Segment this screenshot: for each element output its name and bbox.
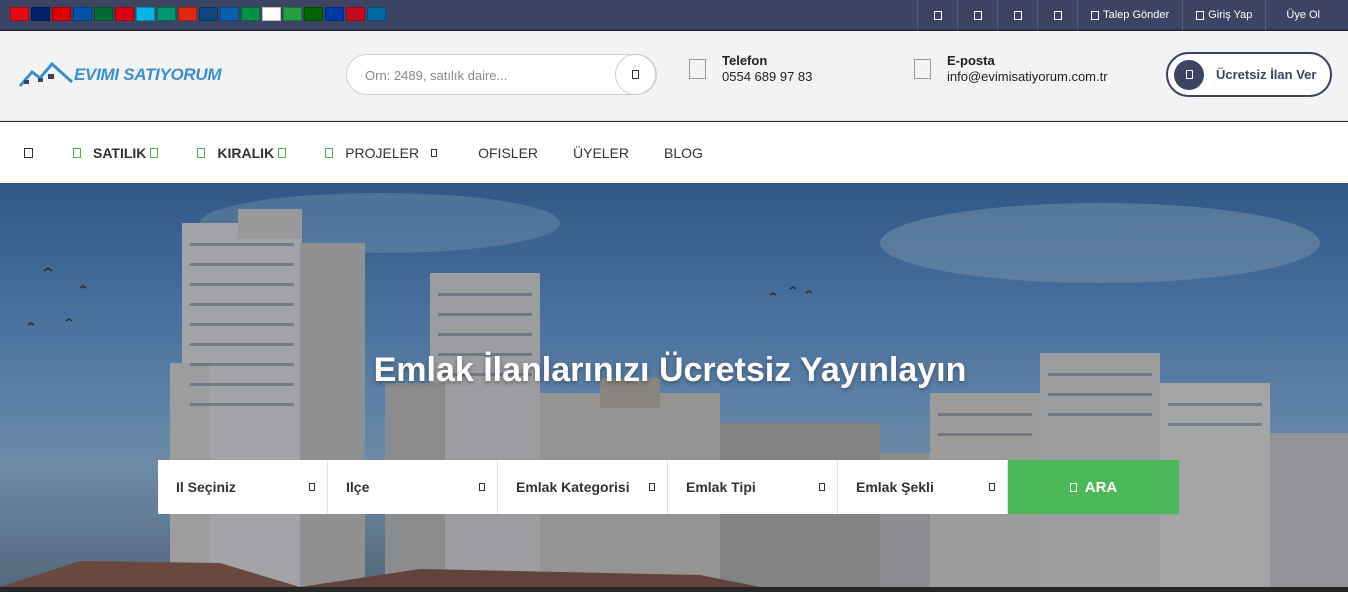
flag-spain-icon[interactable]	[346, 7, 365, 21]
hero-title: Emlak İlanlarınızı Ücretsiz Yayınlayın	[373, 351, 967, 389]
language-flags	[10, 7, 386, 23]
phone-label: Telefon	[722, 53, 768, 68]
request-link[interactable]: Talep Gönder	[1077, 0, 1182, 30]
email-label: E-posta	[947, 53, 995, 68]
flag-china-icon[interactable]	[178, 7, 197, 21]
header-search	[346, 54, 657, 95]
search-submit-button[interactable]: ARA	[1008, 460, 1179, 514]
email-contact: E-posta info@evimisatiyorum.com.tr	[914, 53, 1108, 84]
register-link[interactable]: Üye Ol	[1265, 0, 1348, 30]
flag-japan-icon[interactable]	[262, 7, 281, 21]
flag-greece-icon[interactable]	[220, 7, 239, 21]
rent-icon	[197, 147, 206, 158]
plus-icon	[1174, 59, 1204, 90]
flag-iran-icon[interactable]	[283, 7, 302, 21]
phone-value[interactable]: 0554 689 97 83	[722, 69, 812, 84]
youtube-icon[interactable]	[1037, 0, 1077, 30]
search-button[interactable]	[615, 54, 656, 95]
instagram-icon[interactable]	[997, 0, 1037, 30]
type-select[interactable]: Emlak Tipi	[668, 460, 838, 514]
chevron-down-icon	[479, 483, 485, 491]
header: EVIMI SATIYORUM Telefon 0554 689 97 83 E…	[0, 31, 1348, 121]
search-icon	[632, 70, 639, 79]
logo-text: EVIMI SATIYORUM	[74, 65, 222, 84]
chevron-down-icon	[989, 483, 995, 491]
chevron-down-icon	[278, 147, 287, 158]
main-nav: SATILIK KIRALIK PROJELER OFISLER ÜYELER …	[0, 122, 1348, 183]
phone-contact: Telefon 0554 689 97 83	[689, 53, 812, 84]
house-logo-icon	[18, 61, 74, 87]
email-value[interactable]: info@evimisatiyorum.com.tr	[947, 69, 1108, 84]
top-links: Talep Gönder Giriş Yap Üye Ol	[917, 0, 1348, 30]
chevron-down-icon	[150, 147, 159, 158]
twitter-icon[interactable]	[957, 0, 997, 30]
flag-turkey-icon[interactable]	[10, 7, 29, 21]
district-select[interactable]: Ilçe	[328, 460, 498, 514]
flag-portugal-icon[interactable]	[304, 7, 323, 21]
phone-icon	[689, 59, 706, 79]
property-search-form: Il Seçiniz Ilçe Emlak Kategorisi Emlak T…	[158, 460, 1179, 514]
flag-azerbaijan-icon[interactable]	[136, 7, 155, 21]
flag-arabic-icon[interactable]	[94, 7, 113, 21]
flag-czech-icon[interactable]	[199, 7, 218, 21]
chevron-down-icon	[649, 483, 655, 491]
nav-item-ofisler[interactable]: OFISLER	[478, 145, 538, 161]
flag-france-icon[interactable]	[73, 7, 92, 21]
category-select[interactable]: Emlak Kategorisi	[498, 460, 668, 514]
chevron-down-icon	[431, 148, 438, 157]
flag-russia-icon[interactable]	[325, 7, 344, 21]
projects-icon	[325, 147, 334, 158]
login-icon	[1196, 10, 1205, 20]
free-listing-button[interactable]: Ücretsiz İlan Ver	[1166, 52, 1332, 97]
home-icon[interactable]	[24, 147, 33, 158]
free-listing-label: Ücretsiz İlan Ver	[1216, 67, 1317, 82]
login-link[interactable]: Giriş Yap	[1182, 0, 1265, 30]
top-bar: Talep Gönder Giriş Yap Üye Ol	[0, 0, 1348, 30]
nav-item-satilik[interactable]: SATILIK	[73, 145, 159, 161]
flag-armenia-icon[interactable]	[115, 7, 134, 21]
search-input[interactable]	[365, 65, 605, 85]
chevron-down-icon	[309, 483, 315, 491]
flag-sweden-icon[interactable]	[367, 7, 386, 21]
flag-bulgaria-icon[interactable]	[157, 7, 176, 21]
search-icon	[1069, 482, 1077, 492]
facebook-icon[interactable]	[917, 0, 957, 30]
logo[interactable]: EVIMI SATIYORUM	[18, 59, 222, 91]
nav-item-blog[interactable]: BLOG	[664, 145, 703, 161]
flag-germany-icon[interactable]	[52, 7, 71, 21]
flag-italy-icon[interactable]	[241, 7, 260, 21]
sale-icon	[73, 147, 81, 158]
mode-select[interactable]: Emlak Şekli	[838, 460, 1008, 514]
nav-item-kiralik[interactable]: KIRALIK	[197, 145, 287, 161]
city-select[interactable]: Il Seçiniz	[158, 460, 328, 514]
nav-item-uyeler[interactable]: ÜYELER	[573, 145, 629, 161]
nav-item-projeler[interactable]: PROJELER	[325, 145, 438, 161]
flag-uk-icon[interactable]	[31, 7, 50, 21]
hero-banner: Emlak İlanlarınızı Ücretsiz Yayınlayın I…	[0, 183, 1348, 587]
request-icon	[1091, 10, 1100, 20]
bottom-strip	[0, 587, 1348, 592]
email-icon	[914, 59, 931, 79]
chevron-down-icon	[819, 483, 825, 491]
